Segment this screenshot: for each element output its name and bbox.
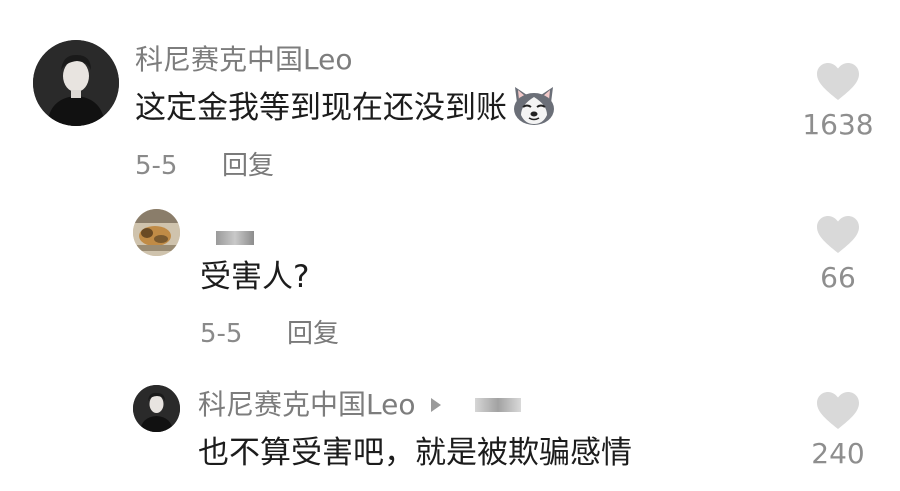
like-count: 240 (811, 437, 865, 470)
comment-text: 受害人? (200, 259, 310, 295)
like-column: 240 (793, 391, 883, 471)
avatar[interactable] (133, 385, 180, 432)
heart-icon[interactable] (816, 391, 860, 431)
avatar[interactable] (133, 209, 180, 256)
comment-date: 5-5 (200, 319, 243, 349)
heart-icon[interactable] (816, 62, 860, 102)
like-count: 66 (820, 261, 856, 294)
heart-icon[interactable] (816, 215, 860, 255)
like-column: 66 (793, 215, 883, 295)
comment-text: 这定金我等到现在还没到账 (135, 90, 507, 126)
comment-username[interactable]: 科尼赛克中国Leo (135, 43, 352, 77)
comment-date: 5-5 (135, 151, 178, 181)
avatar[interactable] (33, 40, 119, 126)
husky-dog-emoji-icon (511, 85, 557, 131)
like-column: 1638 (793, 62, 883, 142)
cat-photo-icon (133, 209, 180, 256)
reply-button[interactable]: 回复 (222, 150, 274, 182)
redacted-username-blur (216, 231, 254, 245)
person-photo-icon (133, 385, 180, 432)
like-count: 1638 (802, 108, 874, 141)
comment-username[interactable]: 科尼赛克中国Leo (198, 388, 415, 422)
comment-text: 也不算受害吧，就是被欺骗感情 (198, 435, 632, 471)
play-arrow-icon (431, 398, 442, 412)
reply-button[interactable]: 回复 (287, 318, 339, 350)
redacted-reply-target-blur (475, 398, 522, 412)
person-photo-icon (33, 40, 119, 126)
